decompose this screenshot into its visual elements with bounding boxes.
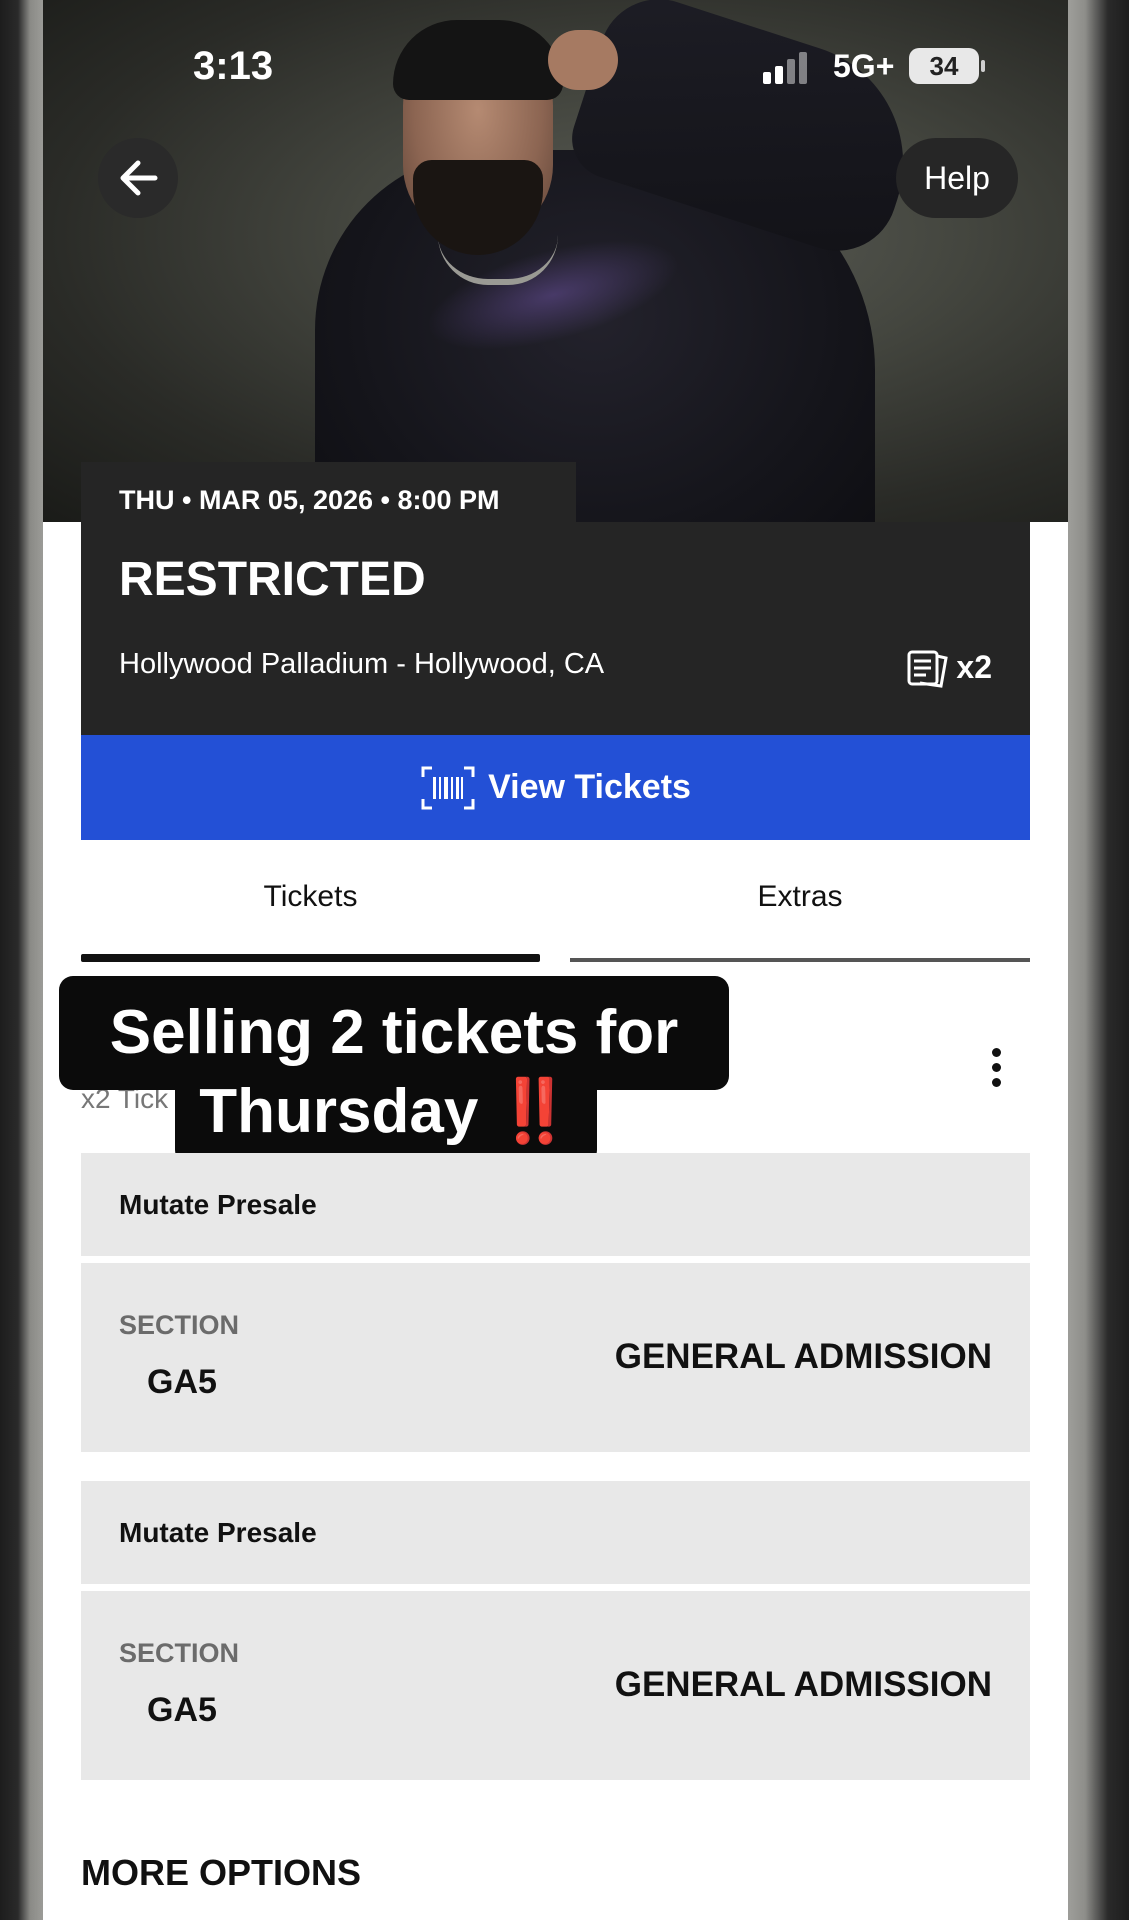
section-value: GA5: [147, 1363, 217, 1401]
tab-tickets[interactable]: Tickets: [81, 880, 540, 940]
ticket-section-card[interactable]: SECTION GA5 GENERAL ADMISSION: [81, 1263, 1030, 1452]
arrow-left-icon: [120, 160, 158, 196]
event-card: RESTRICTED Hollywood Palladium - Hollywo…: [81, 522, 1030, 735]
active-tab-indicator: [81, 954, 540, 962]
battery-icon: 34: [909, 48, 979, 84]
caption-line-1: Selling 2 tickets for: [59, 976, 729, 1090]
section-label: SECTION: [119, 1310, 240, 1340]
back-button[interactable]: [98, 138, 178, 218]
ticket-stack-icon: [907, 650, 949, 688]
event-title: RESTRICTED: [119, 553, 426, 606]
ticket-count-label: x2: [956, 648, 992, 685]
admission-type: GENERAL ADMISSION: [614, 1337, 992, 1376]
status-bar: 3:13 5G+ 34: [43, 0, 1068, 130]
tab-extras[interactable]: Extras: [570, 880, 1030, 940]
barcode-icon: [421, 766, 475, 809]
ticket-section-card[interactable]: SECTION GA5 GENERAL ADMISSION: [81, 1591, 1030, 1780]
admission-type: GENERAL ADMISSION: [614, 1665, 992, 1704]
ticket-count: x2: [906, 646, 992, 688]
caption-line-2-text: Thursday: [199, 1077, 479, 1146]
signal-icon: [763, 52, 809, 84]
caption-emoji: ‼️: [495, 1077, 573, 1146]
ticket-screen: 3:13 5G+ 34 Help THU • MAR 05, 2026 • 8:…: [43, 0, 1068, 1920]
more-options-icon[interactable]: [988, 1048, 1004, 1092]
status-time: 3:13: [193, 44, 274, 88]
section-value: GA5: [147, 1691, 217, 1729]
more-options-heading: MORE OPTIONS: [81, 1852, 362, 1893]
network-type: 5G+: [833, 48, 895, 84]
ticket-presale-label: Mutate Presale: [81, 1481, 1030, 1584]
view-tickets-button[interactable]: View Tickets: [81, 735, 1030, 840]
help-button[interactable]: Help: [896, 138, 1018, 218]
event-venue: Hollywood Palladium - Hollywood, CA: [119, 648, 605, 680]
view-tickets-label: View Tickets: [488, 768, 691, 806]
section-label: SECTION: [119, 1638, 240, 1668]
tab-divider: [570, 958, 1030, 962]
event-datetime: THU • MAR 05, 2026 • 8:00 PM: [81, 462, 576, 524]
battery-nub: [981, 60, 985, 72]
ticket-presale-label: Mutate Presale: [81, 1153, 1030, 1256]
